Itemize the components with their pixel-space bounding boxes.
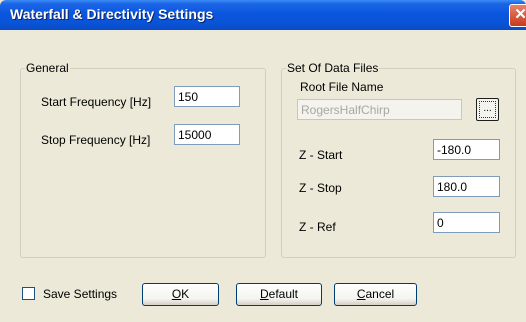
z-ref-label: Z - Ref (299, 220, 336, 234)
root-file-name-label: Root File Name (300, 80, 384, 94)
default-button[interactable]: Default (236, 283, 322, 306)
ok-button[interactable]: OK (142, 283, 219, 306)
general-legend: General (26, 61, 69, 75)
start-frequency-input[interactable] (174, 86, 240, 107)
save-settings-checkbox[interactable] (22, 287, 35, 300)
z-stop-label: Z - Stop (299, 181, 342, 195)
window-title: Waterfall & Directivity Settings (10, 6, 214, 22)
z-start-label: Z - Start (299, 148, 343, 162)
browse-label: ... (483, 103, 492, 114)
z-ref-input[interactable] (433, 212, 500, 233)
save-settings-label[interactable]: Save Settings (43, 287, 117, 301)
cancel-button[interactable]: Cancel (334, 283, 417, 306)
settings-dialog: Waterfall & Directivity Settings ✕ Gener… (0, 0, 526, 322)
start-frequency-label: Start Frequency [Hz] (41, 95, 152, 109)
z-stop-input[interactable] (433, 176, 500, 197)
cancel-button-label: Cancel (356, 287, 395, 301)
close-icon[interactable]: ✕ (509, 4, 526, 27)
root-file-name-input (297, 99, 462, 120)
z-start-input[interactable] (433, 139, 500, 160)
title-bar[interactable]: Waterfall & Directivity Settings ✕ (0, 0, 526, 30)
stop-frequency-input[interactable] (174, 124, 240, 145)
default-button-label: Default (259, 287, 299, 301)
ok-button-label: OK (171, 287, 190, 301)
browse-button[interactable]: ... (476, 98, 499, 121)
data-files-legend: Set Of Data Files (287, 61, 379, 75)
stop-frequency-label: Stop Frequency [Hz] (41, 133, 151, 147)
